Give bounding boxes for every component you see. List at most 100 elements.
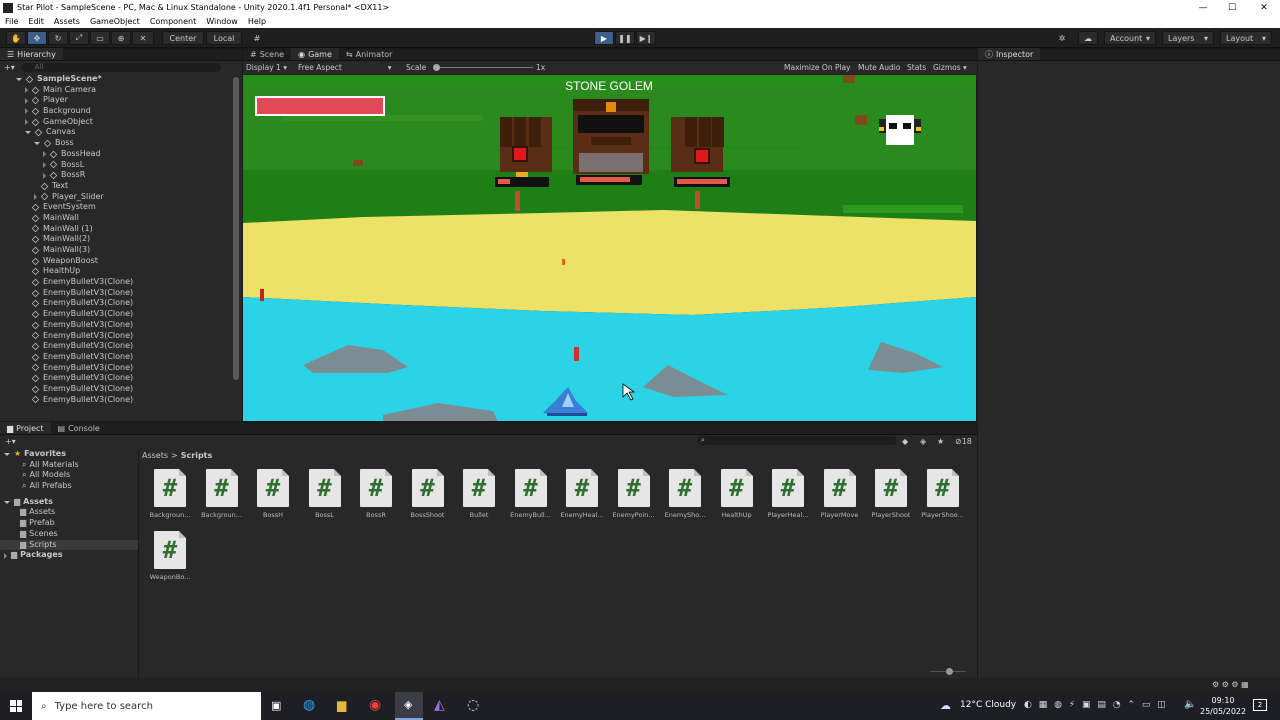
csharp-script-asset[interactable]: # Bullet bbox=[459, 469, 499, 519]
hierarchy-item[interactable]: Boss bbox=[0, 138, 232, 149]
collab-icon[interactable]: ✲ bbox=[1052, 31, 1072, 45]
account-dropdown[interactable]: Account ▾ bbox=[1104, 31, 1156, 45]
pause-button[interactable]: ❚❚ bbox=[615, 31, 635, 45]
folder-item[interactable]: ▆ Prefab bbox=[0, 518, 138, 529]
tab-animator[interactable]: ⇆ Animator bbox=[339, 48, 399, 60]
layout-dropdown[interactable]: Layout ▾ bbox=[1220, 31, 1272, 45]
game-view[interactable]: STONE GOLEM bbox=[243, 75, 976, 421]
menu-edit[interactable]: Edit bbox=[23, 17, 49, 26]
collapse-arrow-icon[interactable] bbox=[25, 108, 28, 115]
hierarchy-item[interactable]: MainWall bbox=[0, 213, 232, 224]
add-asset-icon[interactable]: +▾ bbox=[5, 437, 16, 446]
notification-icon[interactable]: 2 bbox=[1253, 699, 1267, 711]
favorite-item[interactable]: ⌕ All Materials bbox=[0, 460, 138, 471]
volume-icon[interactable]: 🔈 bbox=[1184, 699, 1196, 710]
rotate-tool-icon[interactable]: ↻ bbox=[48, 31, 68, 45]
task-view-icon[interactable]: ▣ bbox=[271, 699, 281, 712]
breadcrumb-assets[interactable]: Assets bbox=[142, 451, 168, 460]
csharp-script-asset[interactable]: # Backgroun... bbox=[150, 469, 190, 519]
tab-console[interactable]: ▤ Console bbox=[51, 422, 107, 434]
hidden-packages-count[interactable]: ⊘18 bbox=[955, 437, 972, 446]
hierarchy-item[interactable]: MainWall (1) bbox=[0, 224, 232, 235]
menu-help[interactable]: Help bbox=[243, 17, 271, 26]
grid-snap-icon[interactable]: # bbox=[250, 31, 264, 45]
csharp-script-asset[interactable]: # BossH bbox=[253, 469, 293, 519]
collapse-arrow-icon[interactable] bbox=[43, 172, 46, 179]
transform-tool-icon[interactable]: ⊕ bbox=[111, 31, 131, 45]
hierarchy-item[interactable]: EnemyBulletV3(Clone) bbox=[0, 363, 232, 374]
hierarchy-item[interactable]: MainWall(2) bbox=[0, 234, 232, 245]
hierarchy-item[interactable]: Text bbox=[0, 181, 232, 192]
hierarchy-item[interactable]: Canvas bbox=[0, 127, 232, 138]
csharp-script-asset[interactable]: # EnemyBull... bbox=[510, 469, 551, 519]
hierarchy-item[interactable]: EnemyBulletV3(Clone) bbox=[0, 298, 232, 309]
breadcrumb-scripts[interactable]: Scripts bbox=[181, 451, 213, 460]
clock[interactable]: 09:10 25/05/2022 bbox=[1200, 695, 1246, 717]
hierarchy-item[interactable]: EnemyBulletV3(Clone) bbox=[0, 384, 232, 395]
expand-arrow-icon[interactable] bbox=[34, 141, 40, 145]
hierarchy-item[interactable]: WeaponBoost bbox=[0, 256, 232, 267]
move-tool-icon[interactable]: ✥ bbox=[27, 31, 47, 45]
custom-tool-icon[interactable]: ✕ bbox=[132, 31, 154, 45]
favorite-star-icon[interactable]: ★ bbox=[937, 437, 944, 446]
csharp-script-asset[interactable]: # BossL bbox=[305, 469, 345, 519]
tab-hierarchy[interactable]: ☰ Hierarchy bbox=[0, 48, 63, 60]
csharp-script-asset[interactable]: # EnemyHeal... bbox=[560, 469, 604, 519]
rect-tool-icon[interactable]: ▭ bbox=[90, 31, 110, 45]
unity-hub-icon[interactable]: ◌ bbox=[467, 697, 479, 713]
csharp-script-asset[interactable]: # Backgroun... bbox=[201, 469, 242, 519]
expand-arrow-icon[interactable] bbox=[25, 131, 31, 135]
filter-type-icon[interactable]: ◆ bbox=[902, 437, 908, 446]
weather-text[interactable]: 12°C Cloudy bbox=[960, 700, 1016, 710]
csharp-script-asset[interactable]: # PlayerShoo... bbox=[921, 469, 964, 519]
filter-label-icon[interactable]: ◈ bbox=[920, 437, 926, 446]
tab-game[interactable]: ◉ Game bbox=[291, 48, 339, 60]
hierarchy-scene-row[interactable]: SampleScene* bbox=[0, 74, 232, 85]
csharp-script-asset[interactable]: # EnemyPoin... bbox=[612, 469, 655, 519]
step-button[interactable]: ▶❙ bbox=[636, 31, 656, 45]
csharp-script-asset[interactable]: # PlayerMove bbox=[820, 469, 860, 519]
folder-item[interactable]: ▆ Assets bbox=[0, 507, 138, 518]
hierarchy-item[interactable]: Main Camera bbox=[0, 85, 232, 96]
menu-window[interactable]: Window bbox=[201, 17, 243, 26]
gizmos-dropdown[interactable]: Gizmos ▾ bbox=[933, 63, 967, 72]
collapse-arrow-icon[interactable] bbox=[25, 119, 28, 126]
pivot-center-button[interactable]: Center bbox=[162, 31, 204, 45]
expand-arrow-icon[interactable] bbox=[16, 77, 22, 81]
chrome-browser-icon[interactable]: ◉ bbox=[369, 697, 381, 713]
mute-audio-toggle[interactable]: Mute Audio bbox=[858, 63, 900, 72]
unity-taskbar-button[interactable]: ◈ bbox=[395, 692, 423, 720]
hierarchy-item[interactable]: BossL bbox=[0, 160, 232, 171]
menu-assets[interactable]: Assets bbox=[49, 17, 85, 26]
collapse-arrow-icon[interactable] bbox=[25, 87, 28, 94]
maximize-on-play-toggle[interactable]: Maximize On Play bbox=[784, 63, 851, 72]
csharp-script-asset[interactable]: # PlayerHeal... bbox=[767, 469, 809, 519]
aspect-dropdown[interactable]: Free Aspect ▾ bbox=[298, 63, 392, 72]
minimize-button[interactable]: — bbox=[1187, 0, 1219, 15]
menu-gameobject[interactable]: GameObject bbox=[85, 17, 145, 26]
pivot-local-button[interactable]: Local bbox=[206, 31, 242, 45]
hierarchy-item[interactable]: EventSystem bbox=[0, 202, 232, 213]
hierarchy-item[interactable]: Player bbox=[0, 95, 232, 106]
hierarchy-scrollbar[interactable] bbox=[233, 77, 239, 380]
hierarchy-item[interactable]: BossHead bbox=[0, 149, 232, 160]
icon-size-slider[interactable] bbox=[930, 668, 966, 675]
hierarchy-item[interactable]: BossR bbox=[0, 170, 232, 181]
hierarchy-item[interactable]: MainWall(3) bbox=[0, 245, 232, 256]
visual-studio-icon[interactable]: ◭ bbox=[434, 697, 445, 713]
hierarchy-item[interactable]: GameObject bbox=[0, 117, 232, 128]
hierarchy-item[interactable]: EnemyBulletV3(Clone) bbox=[0, 395, 232, 406]
maximize-button[interactable]: ☐ bbox=[1216, 0, 1248, 15]
csharp-script-asset[interactable]: # BossR bbox=[356, 469, 396, 519]
hand-tool-icon[interactable]: ✋ bbox=[6, 31, 26, 45]
display-dropdown[interactable]: Display 1 ▾ bbox=[246, 63, 287, 72]
stats-toggle[interactable]: Stats bbox=[907, 63, 926, 72]
hierarchy-item[interactable]: EnemyBulletV3(Clone) bbox=[0, 277, 232, 288]
folder-item[interactable]: ▆ Scenes bbox=[0, 529, 138, 540]
file-explorer-icon[interactable]: ▆ bbox=[337, 698, 346, 712]
collapse-arrow-icon[interactable] bbox=[25, 97, 28, 104]
windows-start-icon[interactable] bbox=[10, 700, 22, 712]
hierarchy-item[interactable]: EnemyBulletV3(Clone) bbox=[0, 341, 232, 352]
taskbar-search-box[interactable]: ⌕ Type here to search bbox=[32, 692, 261, 720]
folder-item-selected[interactable]: ▆ Scripts bbox=[0, 539, 138, 551]
